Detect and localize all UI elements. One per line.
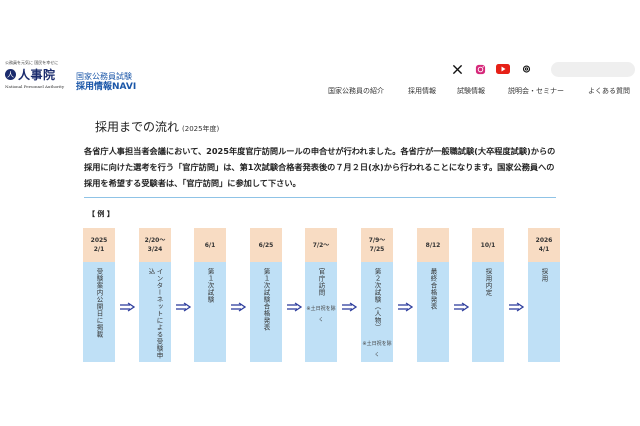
flow-step: 2026 4/1 採用 bbox=[528, 228, 560, 362]
flow-arrow-icon bbox=[231, 302, 246, 312]
flow-step-body: 第１次試験合格発表 bbox=[250, 262, 282, 362]
flow-step-date: 2/20〜 3/24 bbox=[139, 228, 171, 262]
flow-step: 6/25 第１次試験合格発表 bbox=[250, 228, 282, 362]
flow-step-date: 7/2〜 bbox=[305, 228, 337, 262]
flow-step-note: ※土日祝を除く bbox=[362, 341, 392, 358]
flow-arrow-icon bbox=[398, 302, 413, 312]
flow-step-body: 第２次試験（人物） ※土日祝を除く bbox=[361, 262, 393, 362]
flow-step-label: 官庁訪問 bbox=[317, 268, 325, 296]
flow-step-label: 採用内定 bbox=[484, 268, 492, 296]
flow-step-date-line1: 2025 bbox=[90, 237, 108, 244]
flow-arrow-icon bbox=[176, 302, 191, 312]
flow-step-date: 2025 2/1 bbox=[83, 228, 115, 262]
flow-arrow-icon bbox=[120, 302, 135, 312]
flow-arrow-icon bbox=[509, 302, 524, 312]
flow-step: 6/1 第１次試験 bbox=[194, 228, 226, 362]
recruitment-flow: 2025 2/1 受験案内公開日に掲載 2/20〜 3/24 インターネットによる受験申込… bbox=[0, 0, 640, 426]
flow-step: 7/9〜 7/25 第２次試験（人物） ※土日祝を除く bbox=[361, 228, 393, 362]
flow-step-body: 第１次試験 bbox=[194, 262, 226, 362]
flow-arrow-icon bbox=[287, 302, 302, 312]
flow-step-body: 採用内定 bbox=[472, 262, 504, 362]
flow-step-date: 7/9〜 7/25 bbox=[361, 228, 393, 262]
flow-step-date-line1: 10/1 bbox=[480, 241, 496, 249]
flow-step-note: ※土日祝を除く bbox=[306, 306, 336, 323]
flow-step-label: 第１次試験合格発表 bbox=[262, 268, 270, 331]
flow-step-date-line1: 2/20〜 bbox=[144, 237, 166, 244]
flow-step-date-line1: 6/25 bbox=[258, 241, 274, 249]
flow-step-date-line1: 2026 bbox=[535, 237, 553, 244]
flow-arrow-icon bbox=[454, 302, 469, 312]
flow-step: 10/1 採用内定 bbox=[472, 228, 504, 362]
flow-step-date: 6/1 bbox=[194, 228, 226, 262]
flow-step-date-line1: 7/9〜 bbox=[368, 237, 386, 244]
flow-step-date: 10/1 bbox=[472, 228, 504, 262]
flow-step-date-line1: 8/12 bbox=[425, 241, 441, 249]
flow-step-date-line2: 3/24 bbox=[147, 246, 163, 253]
flow-step: 7/2〜官庁訪問 ※土日祝を除く bbox=[305, 228, 337, 362]
flow-step-label: 第１次試験 bbox=[206, 268, 214, 303]
flow-step-date: 2026 4/1 bbox=[528, 228, 560, 262]
flow-step-date-line1: 7/2〜 bbox=[312, 241, 330, 249]
flow-step-label: 採用 bbox=[540, 268, 548, 282]
flow-step-label: 第２次試験（人物） bbox=[373, 268, 381, 331]
flow-step-date: 8/12 bbox=[417, 228, 449, 262]
flow-arrow-icon bbox=[342, 302, 357, 312]
flow-step-body: インターネットによる受験申込 bbox=[139, 262, 171, 362]
flow-step-label: 受験案内公開日に掲載 bbox=[95, 268, 103, 338]
flow-step-date-line1: 6/1 bbox=[204, 241, 216, 249]
flow-step-date-line2: 2/1 bbox=[93, 246, 105, 253]
flow-step-label: 最終合格発表 bbox=[429, 268, 437, 310]
flow-step-body: 官庁訪問 ※土日祝を除く bbox=[305, 262, 337, 362]
flow-step-label: インターネットによる受験申込 bbox=[147, 268, 163, 359]
flow-step: 2/20〜 3/24 インターネットによる受験申込 bbox=[139, 228, 171, 362]
flow-step-body: 採用 bbox=[528, 262, 560, 362]
flow-step-body: 最終合格発表 bbox=[417, 262, 449, 362]
flow-step-date-line2: 4/1 bbox=[538, 246, 550, 253]
flow-step: 8/12 最終合格発表 bbox=[417, 228, 449, 362]
flow-step-date: 6/25 bbox=[250, 228, 282, 262]
flow-step: 2025 2/1 受験案内公開日に掲載 bbox=[83, 228, 115, 362]
flow-step-body: 受験案内公開日に掲載 bbox=[83, 262, 115, 362]
flow-step-date-line2: 7/25 bbox=[369, 246, 385, 253]
